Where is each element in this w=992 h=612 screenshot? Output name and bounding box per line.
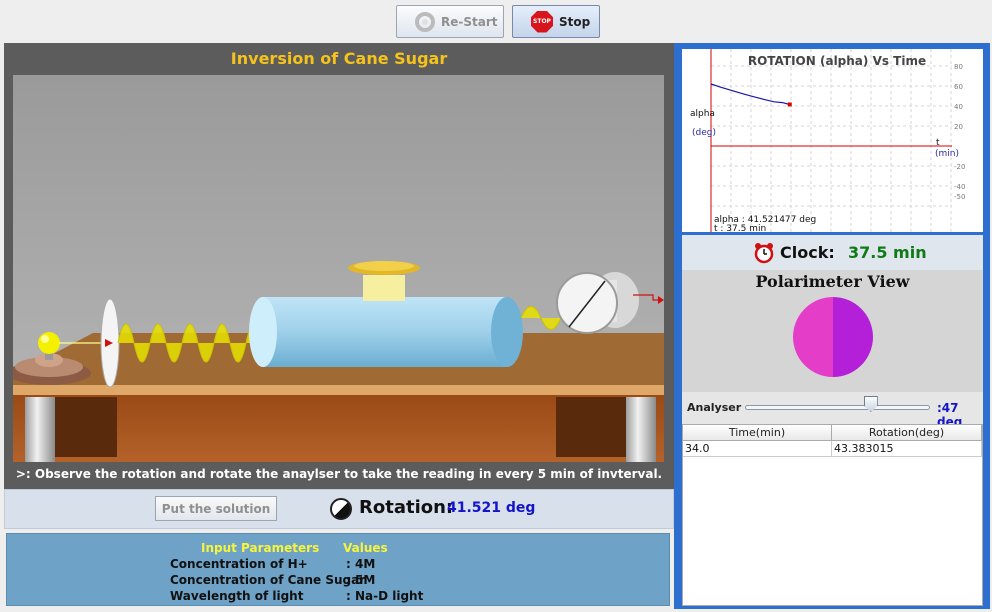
rotation-bar: Put the solution Rotation: 41.521 deg xyxy=(4,489,674,529)
y-tick-label: 60 xyxy=(954,83,963,91)
table-header-rotation[interactable]: Rotation(deg) xyxy=(832,425,982,441)
restart-button[interactable]: Re-Start xyxy=(396,5,504,38)
chart-title: ROTATION (alpha) Vs Time xyxy=(748,54,926,68)
clock-value: 37.5 min xyxy=(848,243,927,262)
y-tick-label: -20 xyxy=(954,163,965,171)
param-label: Wavelength of light xyxy=(170,589,304,603)
polarimeter-field-disc xyxy=(793,297,873,377)
table-cell-time[interactable]: 34.0 xyxy=(683,441,832,457)
readings-table: Time(min) Rotation(deg) 34.0 43.383015 xyxy=(682,424,983,606)
y-tick-label: 20 xyxy=(954,123,963,131)
param-label: Concentration of H+ xyxy=(170,557,308,571)
chart-canvas: ROTATION (alpha) Vs Time alpha (deg) t (… xyxy=(690,49,965,234)
alarm-clock-icon xyxy=(754,243,774,264)
chart-xunit: (min) xyxy=(935,149,959,159)
y-tick-label: 40 xyxy=(954,103,963,111)
series-line xyxy=(710,83,790,106)
instruction-text: >: Observe the rotation and rotate the a… xyxy=(15,467,663,481)
analyser-slider-track[interactable] xyxy=(745,405,930,410)
app-window: Re-Start STOP Stop Inversion of Cane Sug… xyxy=(0,0,992,612)
rotation-vs-time-chart: ROTATION (alpha) Vs Time alpha (deg) t (… xyxy=(682,49,983,234)
table-cell-rotation[interactable]: 43.383015 xyxy=(832,441,982,457)
analyser-label: Analyser xyxy=(687,401,742,414)
rotation-value: 41.521 deg xyxy=(447,500,536,516)
clock-label: Clock: xyxy=(780,243,835,262)
input-parameters-header: Input Parameters xyxy=(201,541,320,555)
put-solution-button[interactable]: Put the solution xyxy=(155,496,277,521)
chart-yunit: (deg) xyxy=(692,128,716,138)
rotation-icon xyxy=(330,498,352,520)
analyser-control: Analyser :47 deg xyxy=(682,392,983,429)
restart-icon xyxy=(415,11,435,32)
chart-ylabel: alpha xyxy=(690,109,715,119)
table-header-time[interactable]: Time(min) xyxy=(683,425,832,441)
values-header: Values xyxy=(343,541,388,555)
simulation-title: Inversion of Cane Sugar xyxy=(230,49,448,68)
stop-label: Stop xyxy=(559,14,591,29)
stop-sign-icon: STOP xyxy=(531,10,553,33)
chart-xlabel: t xyxy=(936,138,940,148)
stop-button[interactable]: STOP Stop xyxy=(512,5,600,38)
results-panel: ROTATION (alpha) Vs Time alpha (deg) t (… xyxy=(674,43,990,609)
polarimeter-view-title: Polarimeter View xyxy=(755,272,910,291)
y-tick-label: -40 xyxy=(954,183,965,191)
polarimeter-apparatus-scene xyxy=(13,75,664,462)
y-tick-label: 80 xyxy=(954,63,963,71)
param-value: : Na-D light xyxy=(346,589,424,603)
polarimeter-view: Polarimeter View xyxy=(682,270,983,392)
param-label: Concentration of Cane Sugar xyxy=(170,573,366,587)
input-parameters-panel: Input Parameters Values Concentration of… xyxy=(6,533,670,606)
rotation-label: Rotation: xyxy=(359,497,454,518)
param-value: : 4M xyxy=(346,557,376,571)
clock-bar: Clock: 37.5 min xyxy=(682,235,983,270)
time-readout: t : 37.5 min xyxy=(714,224,766,232)
current-point-marker xyxy=(787,102,792,107)
y-tick-label: -50 xyxy=(954,193,965,201)
param-value: : 5M xyxy=(346,573,376,587)
simulation-panel: Inversion of Cane Sugar >: Observe the r… xyxy=(4,43,674,489)
restart-label: Re-Start xyxy=(441,14,498,29)
